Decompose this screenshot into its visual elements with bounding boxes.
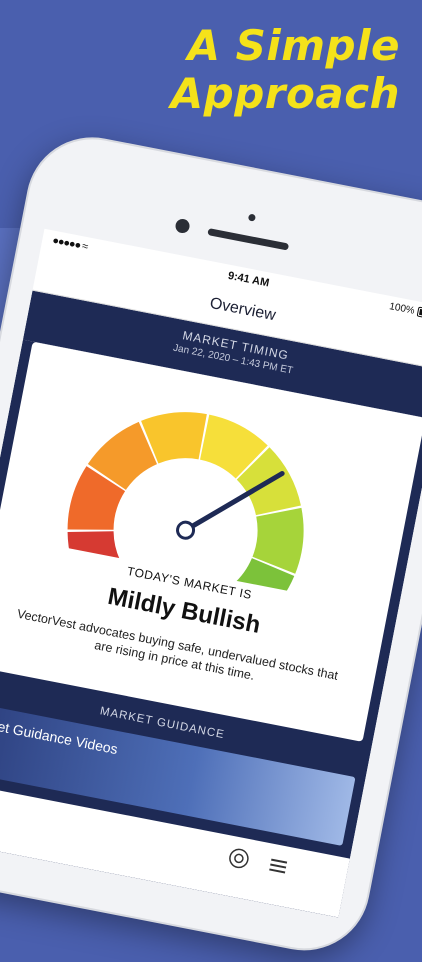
gauge-hub bbox=[176, 520, 196, 540]
battery-percent: 100% bbox=[388, 301, 416, 317]
phone-mockup: ●●●●● ≈ 9:41 AM 100% Overview MARKET TIM… bbox=[0, 126, 422, 962]
target-icon[interactable] bbox=[226, 846, 252, 872]
headline-line-1: A Simple bbox=[187, 21, 400, 70]
headline-line-2: Approach bbox=[170, 69, 400, 118]
headline: A Simple Approach bbox=[171, 22, 400, 118]
menu-icon[interactable] bbox=[265, 853, 291, 879]
